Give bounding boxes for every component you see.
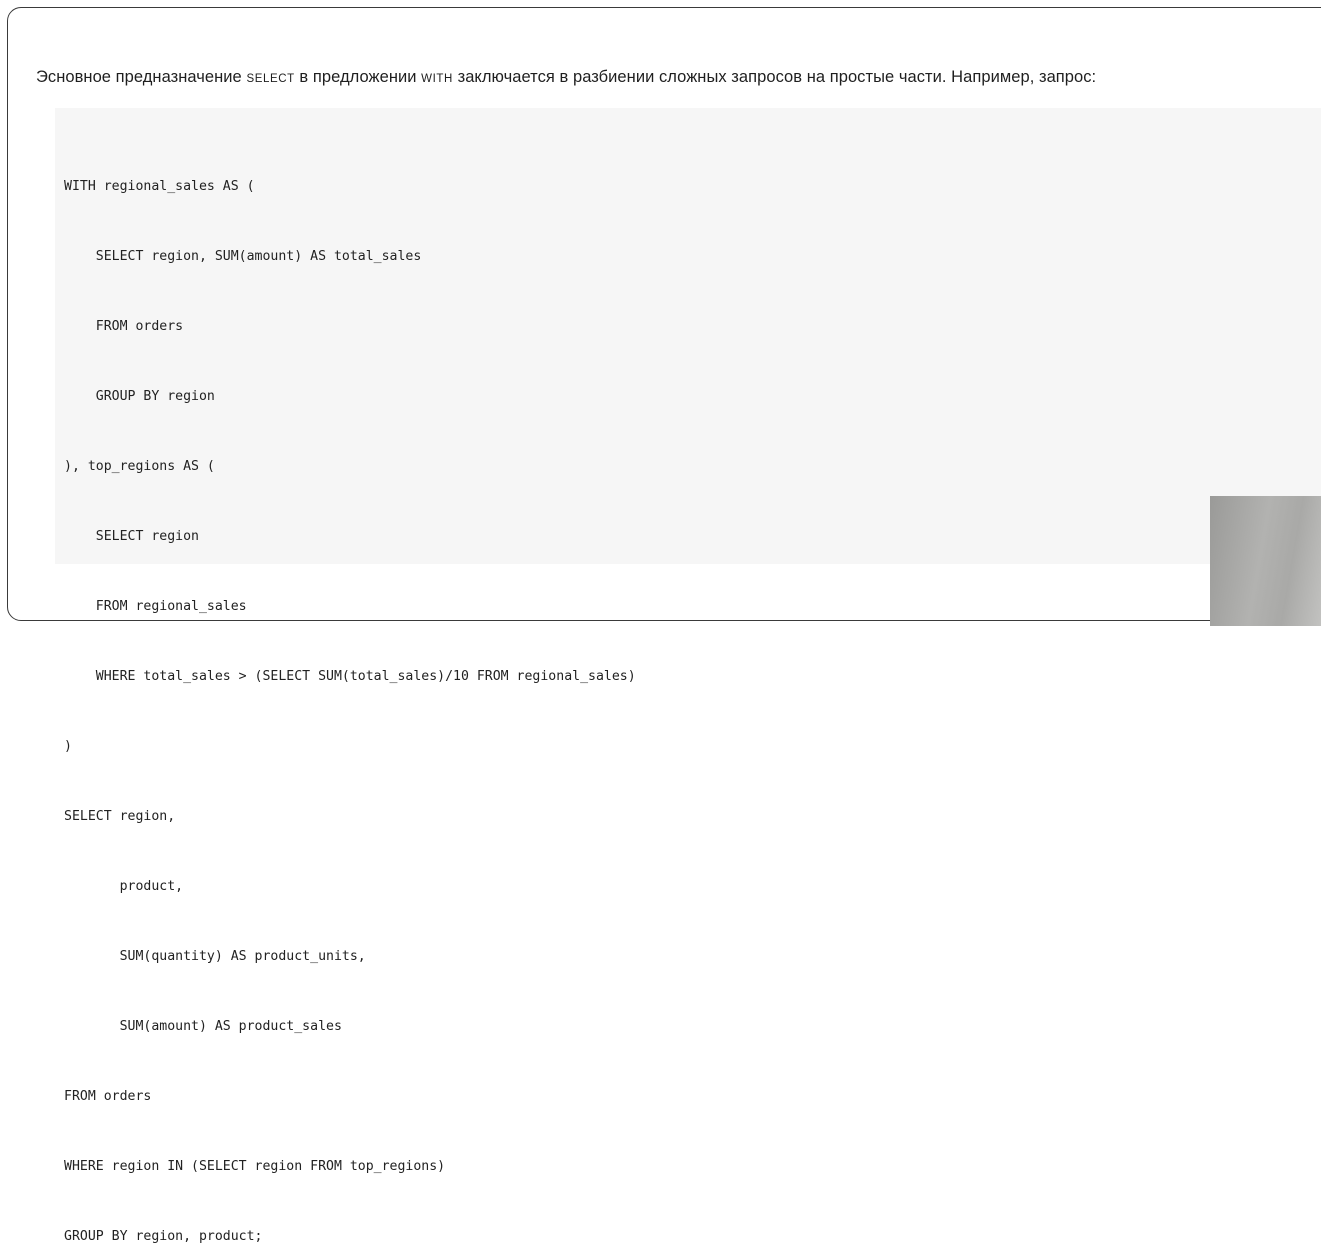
code-line: SUM(amount) AS product_sales [64,1019,342,1035]
inline-code-with: WITH [421,73,453,85]
code-line: WHERE region IN (SELECT region FROM top_… [64,1159,446,1175]
inline-code-select: SELECT [246,73,295,85]
code-line: SELECT region, [64,808,176,824]
intro-text-part-1: Эсновное предназначение [36,68,247,86]
code-line: product, [64,879,184,894]
code-line: ), top_regions AS ( [64,458,215,474]
code-line: GROUP BY region, product; [64,1229,263,1245]
intro-text-part-2: в предложении [294,68,422,86]
code-line: SELECT region [64,528,199,544]
photo-thumbnail [1210,496,1321,626]
code-line: SUM(quantity) AS product_units, [64,949,366,965]
intro-text-part-3: заключается в разбиении сложных запросов… [452,68,1097,86]
code-line: FROM regional_sales [64,598,247,614]
code-line: FROM orders [64,318,184,334]
code-line: FROM orders [64,1089,152,1105]
code-block: WITH regional_sales AS ( SELECT region, … [55,108,1321,1244]
code-line: GROUP BY region [64,388,215,404]
code-line: WHERE total_sales > (SELECT SUM(total_sa… [64,668,636,684]
code-line: WITH regional_sales AS ( [64,178,255,194]
code-lines: WITH regional_sales AS ( SELECT region, … [64,128,636,1252]
code-line: SELECT region, SUM(amount) AS total_sale… [64,248,422,264]
code-line: ) [64,738,72,754]
intro-paragraph: Эсновное предназначение SELECT в предлож… [36,68,1096,87]
